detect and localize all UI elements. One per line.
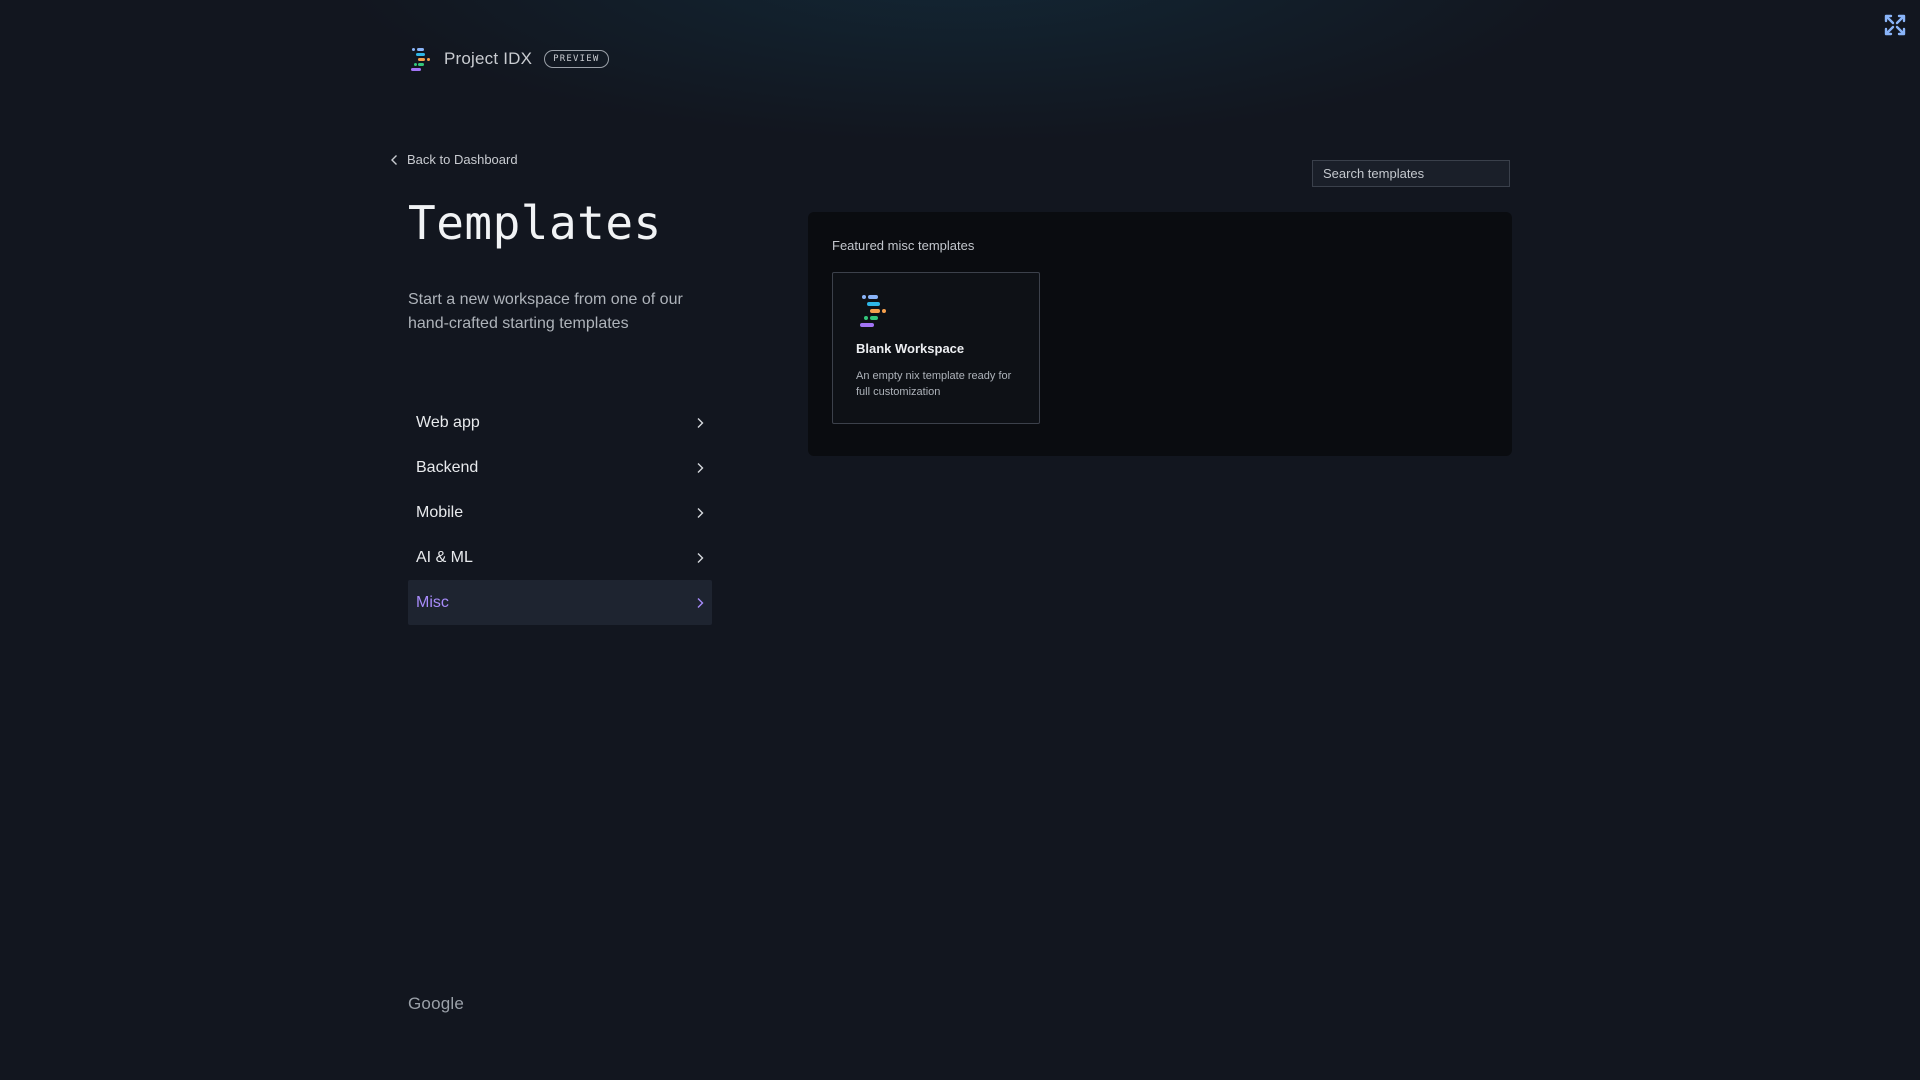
page-title: Templates xyxy=(408,196,662,250)
chevron-right-icon xyxy=(697,462,704,473)
category-label: AI & ML xyxy=(416,548,473,566)
chevron-left-icon xyxy=(391,154,397,165)
google-logo: Google xyxy=(408,994,465,1013)
page-subtitle: Start a new workspace from one of our ha… xyxy=(408,291,683,332)
chevron-right-icon xyxy=(697,507,704,518)
template-description: An empty nix template ready for full cus… xyxy=(856,370,1012,398)
chevron-right-icon xyxy=(697,597,704,608)
preview-badge: PREVIEW xyxy=(544,50,609,68)
category-item-mobile[interactable]: Mobile xyxy=(408,490,712,535)
category-label: Misc xyxy=(416,593,449,611)
chevron-right-icon xyxy=(697,417,704,428)
featured-heading: Featured misc templates xyxy=(832,238,975,253)
brand-name: Project IDX xyxy=(444,49,533,68)
template-title: Blank Workspace xyxy=(856,341,965,356)
idx-logo-icon xyxy=(860,295,886,327)
category-label: Web app xyxy=(416,413,480,431)
category-list: Web app Backend Mobile AI & ML Misc xyxy=(408,400,712,625)
featured-templates-panel: Featured misc templates Blank Workspace … xyxy=(808,212,1512,456)
chevron-right-icon xyxy=(697,552,704,563)
category-item-backend[interactable]: Backend xyxy=(408,445,712,490)
category-label: Backend xyxy=(416,458,479,476)
search-templates-input[interactable] xyxy=(1312,160,1510,187)
back-to-dashboard-link[interactable]: Back to Dashboard xyxy=(390,152,518,167)
brand-header: Project IDX PREVIEW xyxy=(408,46,609,72)
back-link-label: Back to Dashboard xyxy=(407,152,518,167)
category-label: Mobile xyxy=(416,503,464,521)
category-item-misc[interactable]: Misc xyxy=(408,580,712,625)
idx-logo-icon xyxy=(411,48,430,71)
category-item-ai-ml[interactable]: AI & ML xyxy=(408,535,712,580)
category-item-web-app[interactable]: Web app xyxy=(408,400,712,445)
cross-arrows-icon[interactable] xyxy=(1884,14,1906,36)
template-card-blank-workspace[interactable]: Blank Workspace An empty nix template re… xyxy=(832,272,1040,424)
